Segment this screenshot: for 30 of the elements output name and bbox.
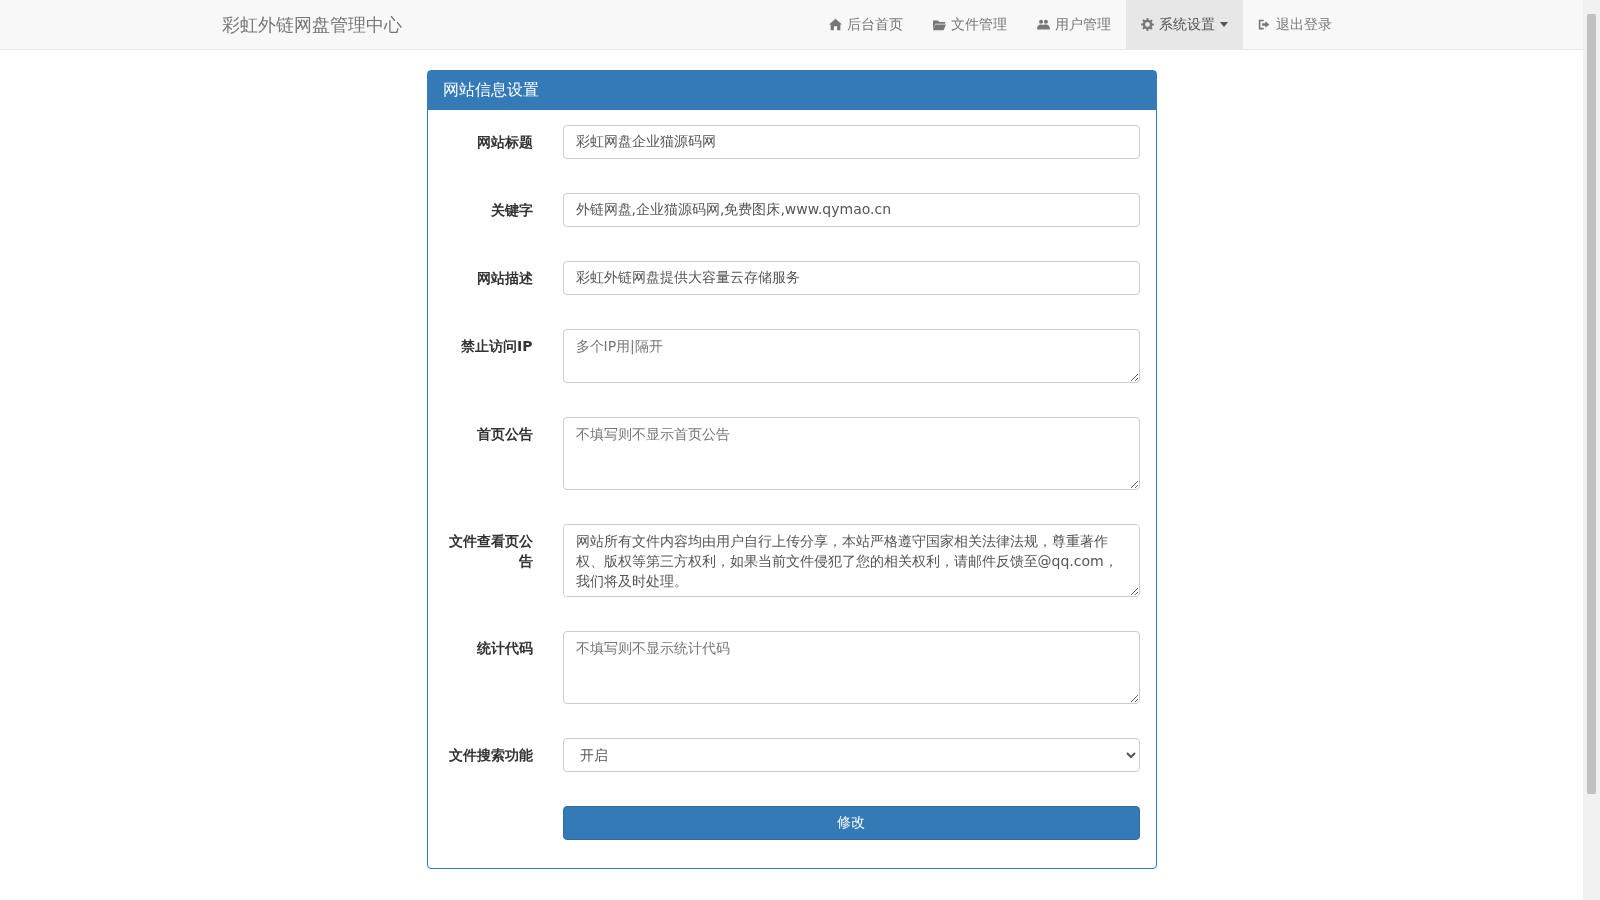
field-label: 文件查看页公告 bbox=[447, 532, 534, 571]
settings-icon bbox=[1140, 18, 1154, 31]
nav-link[interactable]: 文件管理 bbox=[917, 0, 1022, 49]
nav-link[interactable]: 退出登录 bbox=[1242, 0, 1347, 49]
field-label: 统计代码 bbox=[475, 639, 534, 658]
panel-title: 网站信息设置 bbox=[427, 71, 1156, 110]
field-label: 关键字 bbox=[489, 201, 534, 220]
field-label: 首页公告 bbox=[475, 425, 534, 444]
text-area[interactable]: 不填写则不显示统计代码 bbox=[562, 631, 1140, 704]
brand-title[interactable]: 彩虹外链网盘管理中心 bbox=[221, 12, 402, 37]
field-label: 网站标题 bbox=[475, 133, 534, 152]
home-icon bbox=[828, 18, 842, 31]
nav-link[interactable]: 系统设置 bbox=[1125, 0, 1243, 49]
folder-icon bbox=[932, 18, 946, 31]
nav-link[interactable]: 用户管理 bbox=[1021, 0, 1126, 49]
input-field[interactable]: 彩虹外链网盘提供大容量云存储服务 bbox=[562, 261, 1140, 295]
field-label: 禁止访问IP bbox=[460, 337, 534, 356]
scrollbar[interactable] bbox=[1583, 0, 1600, 900]
input-field[interactable]: 外链网盘,企业猫源码网,免费图床,www.qymao.cn bbox=[562, 193, 1140, 227]
text-area[interactable]: 不填写则不显示首页公告 bbox=[562, 417, 1140, 490]
input-field[interactable]: 彩虹网盘企业猫源码网 bbox=[562, 125, 1140, 159]
field-label: 文件搜索功能 bbox=[447, 746, 534, 765]
select-field[interactable]: 开启 bbox=[562, 738, 1140, 772]
logout-icon bbox=[1257, 18, 1271, 31]
field-label: 网站描述 bbox=[475, 269, 534, 288]
users-icon bbox=[1036, 18, 1050, 31]
submit-button[interactable]: 修改 bbox=[562, 806, 1140, 840]
nav-link[interactable]: 后台首页 bbox=[813, 0, 918, 49]
text-area[interactable]: 网站所有文件内容均由用户自行上传分享，本站严格遵守国家相关法律法规，尊重著作权、版权等第三方权利，如果当前文件侵犯了您的相关权利，请邮件反馈至@qq.com，我们将及时处理。 bbox=[562, 524, 1140, 597]
text-area[interactable]: 多个IP用|隔开 bbox=[562, 329, 1140, 383]
